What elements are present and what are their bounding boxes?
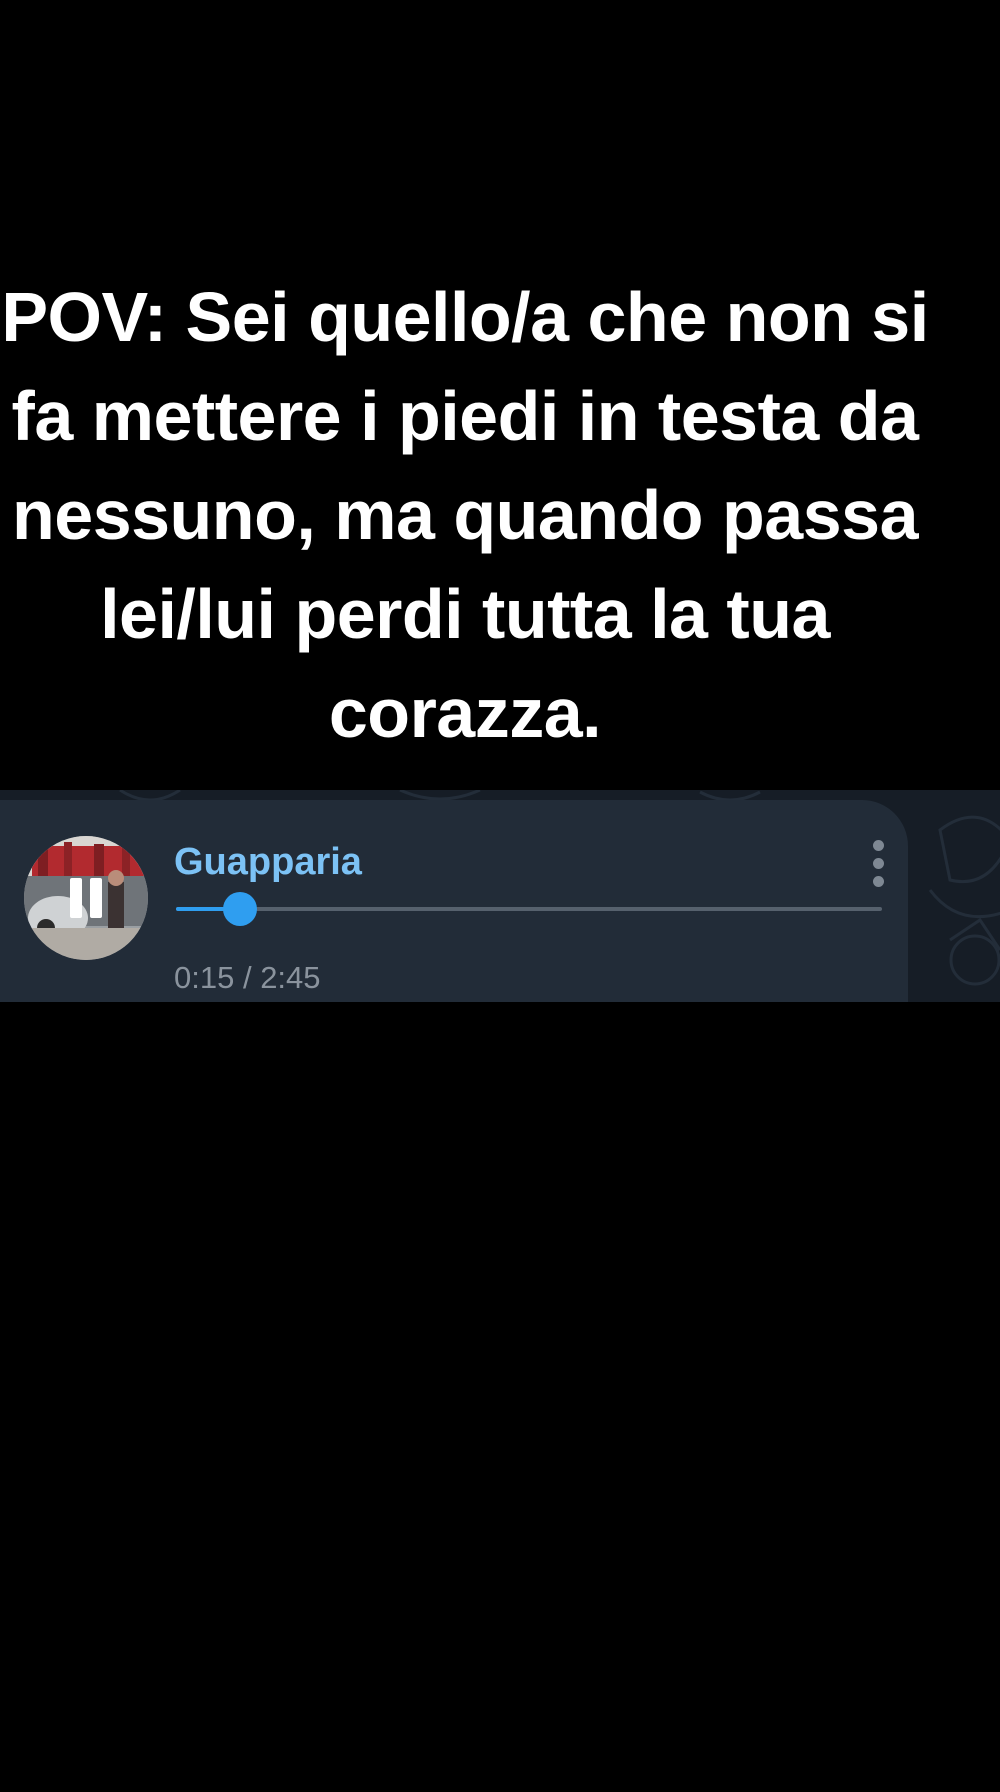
time-readout: 0:15 / 2:45: [174, 960, 321, 996]
caption-text: POV: Sei quello/a che non si fa mettere …: [0, 268, 930, 763]
pause-icon: [66, 878, 106, 918]
audio-message-bubble: Guapparia 0:15 / 2:45: [0, 800, 908, 1002]
total-duration: 2:45: [260, 960, 321, 995]
more-vertical-icon[interactable]: [866, 840, 890, 890]
caption-line: lei/lui perdi tutta la tua: [100, 575, 830, 653]
elapsed-time: 0:15: [174, 960, 235, 995]
play-pause-button[interactable]: [24, 836, 148, 960]
seek-handle[interactable]: [223, 892, 258, 926]
caption-line: nessuno, ma quando passa: [12, 476, 919, 554]
time-separator: /: [234, 960, 261, 995]
screen: POV: Sei quello/a che non si fa mettere …: [0, 0, 1000, 1792]
caption-line: POV: Sei quello/a che non si: [1, 278, 929, 356]
chat-background: Guapparia 0:15 / 2:45: [0, 790, 1000, 1002]
caption-line: corazza.: [328, 674, 602, 752]
seek-track: [176, 907, 882, 911]
track-title: Guapparia: [174, 841, 362, 883]
caption-line: fa mettere i piedi in testa da: [11, 377, 919, 455]
seek-bar[interactable]: [176, 892, 882, 926]
